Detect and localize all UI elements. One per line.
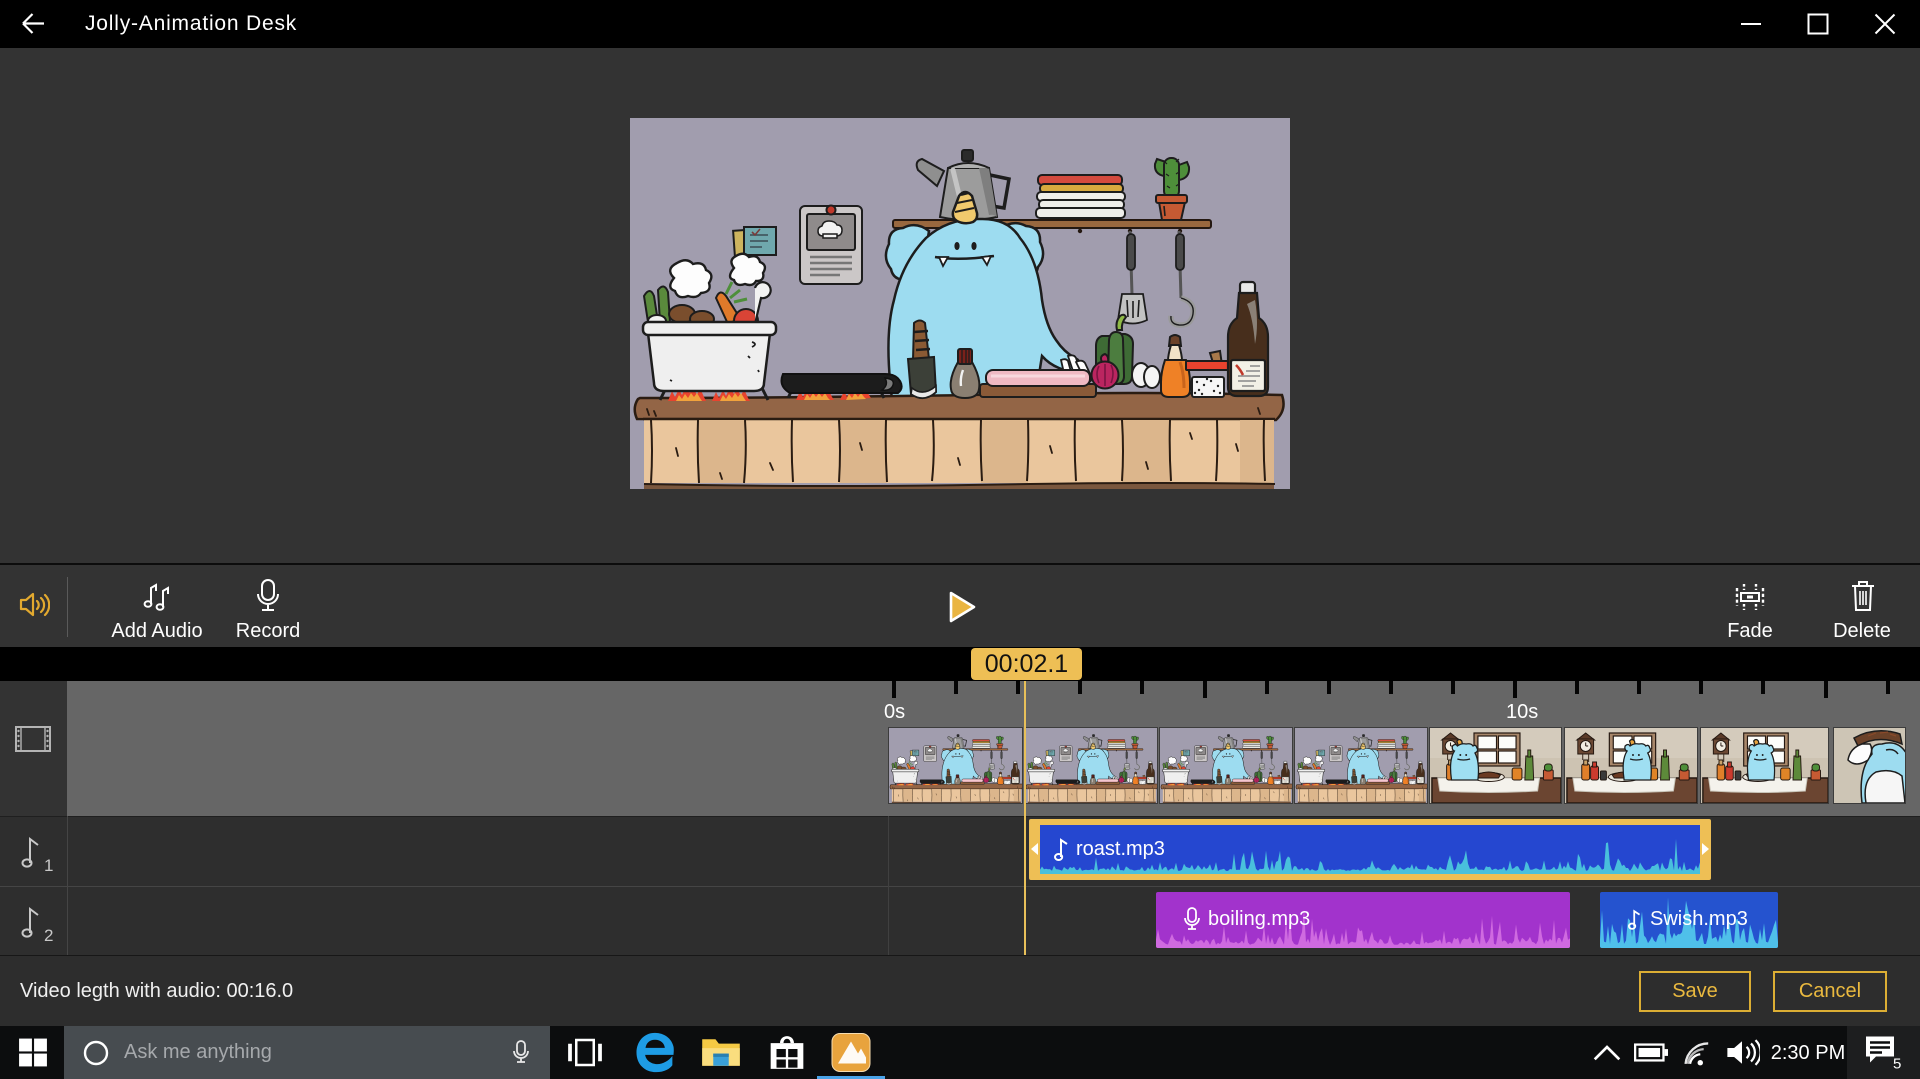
svg-text:5: 5 — [1893, 1056, 1901, 1073]
svg-text:2: 2 — [44, 926, 53, 943]
svg-text:1: 1 — [44, 856, 53, 873]
